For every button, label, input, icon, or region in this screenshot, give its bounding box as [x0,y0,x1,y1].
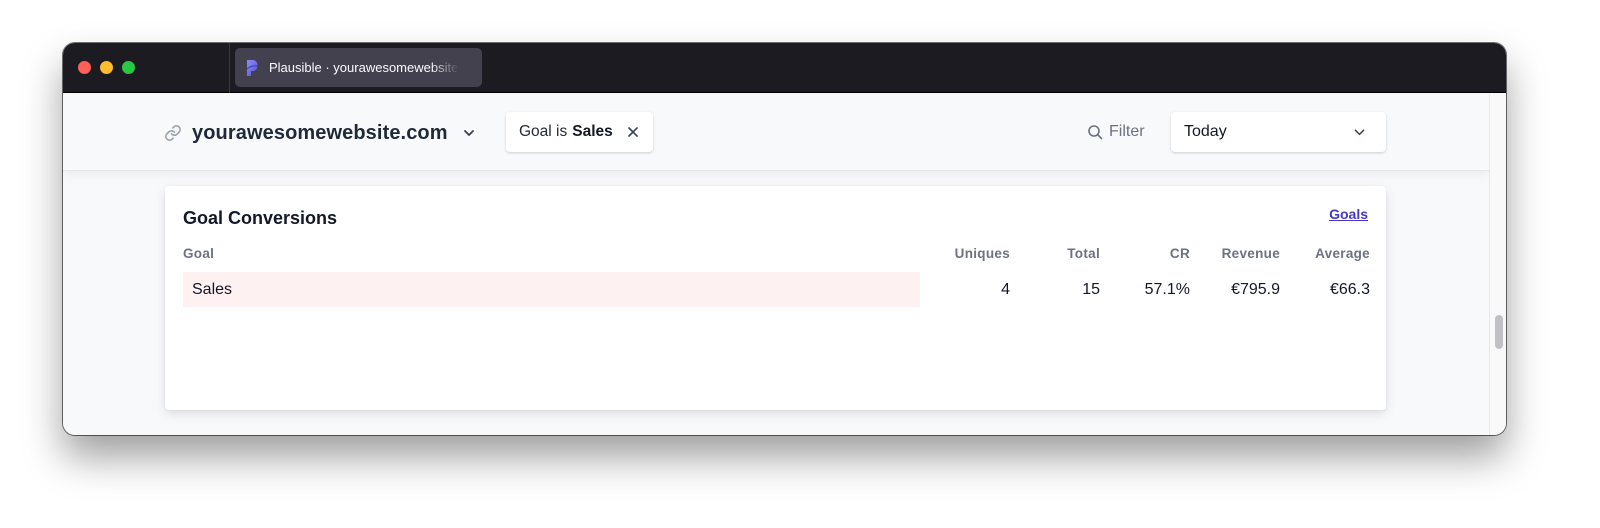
goal-name[interactable]: Sales [192,281,232,299]
site-name: yourawesomewebsite.com [192,121,448,144]
period-selected: Today [1184,123,1227,140]
browser-tab-active[interactable]: Plausible · yourawesomewebsite.com [235,48,482,87]
period-dropdown[interactable]: Today [1171,112,1386,152]
close-window-button[interactable] [78,61,91,74]
site-switcher[interactable]: yourawesomewebsite.com [164,118,476,148]
filter-button-label: Filter [1109,123,1145,140]
card-title: Goal Conversions [183,208,338,228]
tab-title: Plausible · yourawesomewebsite.com [269,60,459,75]
column-header-cr: CR [1169,246,1190,261]
filter-button[interactable]: Filter [1087,120,1145,144]
browser-titlebar: Plausible · yourawesomewebsite.com [63,43,1506,93]
scrollbar-thumb[interactable] [1495,315,1503,349]
column-header-total: Total [1067,246,1100,261]
average-value: €66.3 [1329,281,1370,298]
filter-value: Sales [572,123,613,140]
revenue-value: €795.9 [1231,281,1280,298]
column-header-revenue: Revenue [1221,246,1280,261]
close-icon[interactable] [627,126,639,138]
page-content: yourawesomewebsite.com Goal is Sales Fil… [63,94,1489,435]
column-header-goal: Goal [183,246,215,261]
filter-label: Goal is [519,123,568,140]
plausible-logo-icon [246,59,259,76]
vertical-scrollbar[interactable] [1489,94,1506,435]
column-header-uniques: Uniques [954,246,1010,261]
chevron-down-icon [463,130,474,136]
chevron-down-icon [1354,128,1365,135]
goals-link[interactable]: Goals [1329,206,1368,222]
cr-value: 57.1% [1144,281,1190,298]
search-icon [1088,125,1103,140]
row-highlight-bar [183,272,920,307]
browser-window: Plausible · yourawesomewebsite.com youra… [63,43,1506,435]
goal-conversions-card: Goal Conversions Goals Goal Uniques Tota… [165,186,1386,410]
active-filter-pill[interactable]: Goal is Sales [506,112,653,152]
minimize-window-button[interactable] [100,61,113,74]
column-header-average: Average [1315,246,1370,261]
tab-divider [229,43,230,93]
uniques-value: 4 [1001,281,1010,298]
total-value: 15 [1082,281,1100,298]
maximize-window-button[interactable] [122,61,135,74]
site-header: yourawesomewebsite.com Goal is Sales Fil… [63,94,1489,171]
link-icon [165,125,181,141]
